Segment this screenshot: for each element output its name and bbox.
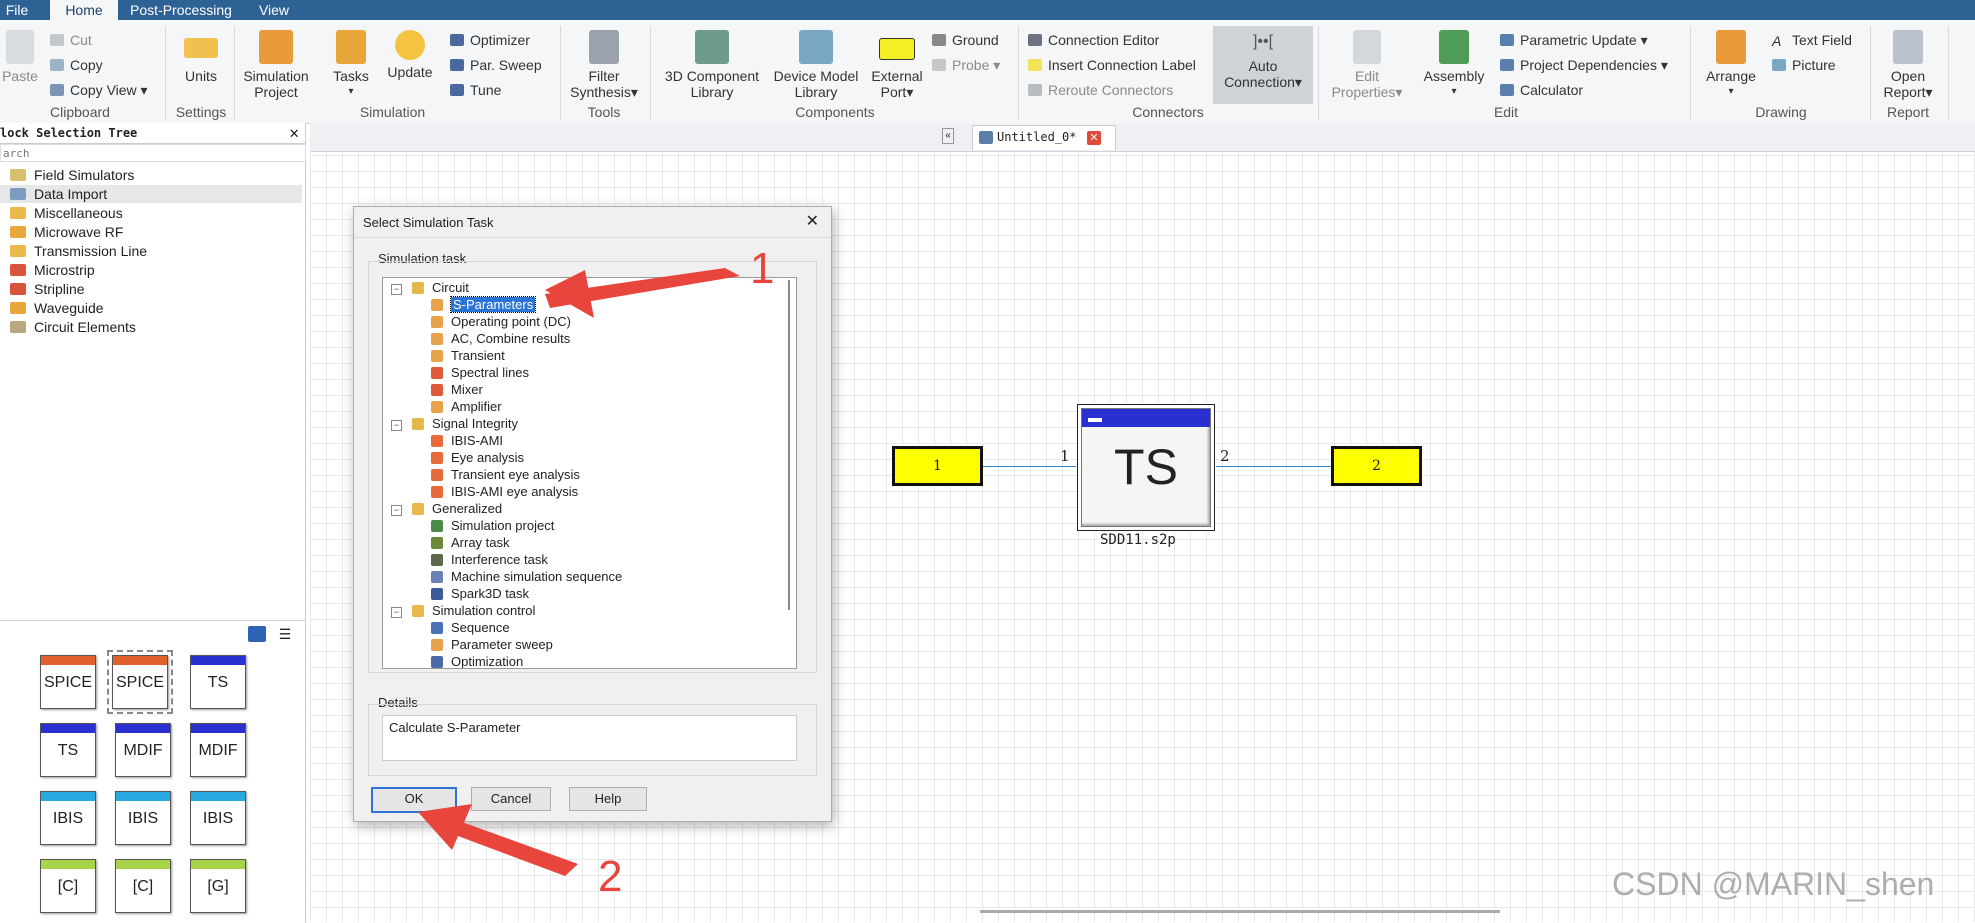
arrow-1-head	[545, 270, 594, 318]
arrow-2-shaft	[458, 822, 578, 876]
annotation-arrows	[418, 268, 740, 876]
watermark: CSDN @MARIN_shen	[1612, 866, 1935, 902]
annotation-number-1: 1	[750, 244, 775, 293]
annotation-number-2: 2	[598, 852, 623, 901]
canvas-horizontal-scrollbar[interactable]	[980, 910, 1500, 913]
